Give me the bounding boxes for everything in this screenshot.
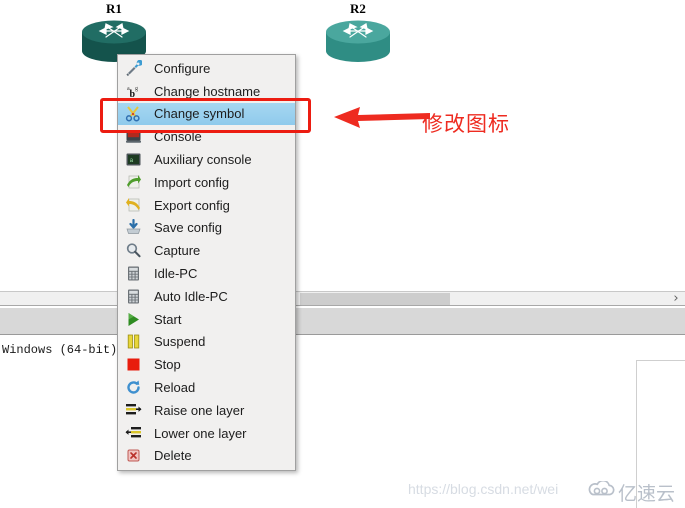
menu-item-label: Change hostname bbox=[154, 83, 261, 99]
change-symbol-icon bbox=[121, 105, 145, 123]
menu-item-capture[interactable]: Capture bbox=[118, 239, 295, 262]
menu-item-console[interactable]: Console bbox=[118, 125, 295, 148]
watermark-logo-text: 亿速云 bbox=[618, 483, 676, 505]
svg-text:b: b bbox=[129, 89, 135, 100]
watermark-url: https://blog.csdn.net/wei bbox=[408, 481, 559, 497]
menu-item-suspend[interactable]: Suspend bbox=[118, 331, 295, 354]
topology-canvas[interactable]: R1 R2 bbox=[0, 0, 685, 291]
menu-item-raise-one-layer[interactable]: Raise one layer bbox=[118, 399, 295, 422]
menu-item-label: Delete bbox=[154, 448, 192, 464]
menu-item-auto-idle-pc[interactable]: Auto Idle-PC bbox=[118, 285, 295, 308]
menu-item-label: Suspend bbox=[154, 334, 206, 350]
menu-item-reload[interactable]: Reload bbox=[118, 376, 295, 399]
menu-item-label: Export config bbox=[154, 197, 230, 213]
menu-item-save-config[interactable]: Save config bbox=[118, 217, 295, 240]
menu-item-label: Reload bbox=[154, 380, 196, 396]
menu-item-configure[interactable]: Configure bbox=[118, 57, 295, 80]
menu-item-delete[interactable]: Delete bbox=[118, 445, 295, 468]
menu-item-label: Change symbol bbox=[154, 106, 245, 122]
menu-item-change-symbol[interactable]: Change symbol bbox=[118, 102, 295, 126]
start-play-icon bbox=[121, 310, 145, 328]
menu-item-label: Idle-PC bbox=[154, 266, 198, 282]
menu-item-label: Console bbox=[154, 129, 202, 145]
capture-magnifier-icon bbox=[121, 242, 145, 260]
scroll-right-arrow-icon[interactable]: › bbox=[669, 292, 683, 306]
left-arrow-icon bbox=[334, 104, 430, 132]
svg-text:a: a bbox=[129, 157, 133, 164]
horizontal-scrollbar[interactable]: › bbox=[0, 291, 685, 306]
rename-abc-icon: a g b bbox=[121, 82, 145, 100]
save-config-icon bbox=[121, 219, 145, 237]
raise-layer-icon bbox=[121, 401, 145, 419]
menu-item-stop[interactable]: Stop bbox=[118, 353, 295, 376]
configure-wrench-icon bbox=[121, 59, 145, 77]
menu-item-label: Import config bbox=[154, 174, 230, 190]
device-label-r2: R2 bbox=[350, 1, 366, 16]
delete-x-icon bbox=[121, 447, 145, 465]
annotation-label: 修改图标 bbox=[422, 112, 510, 136]
menu-item-label: Raise one layer bbox=[154, 402, 245, 418]
menu-item-lower-one-layer[interactable]: Lower one layer bbox=[118, 422, 295, 445]
menu-item-export-config[interactable]: Export config bbox=[118, 194, 295, 217]
scrollbar-thumb[interactable] bbox=[300, 293, 450, 305]
menu-item-start[interactable]: Start bbox=[118, 308, 295, 331]
import-config-icon bbox=[121, 173, 145, 191]
svg-text:g: g bbox=[135, 86, 138, 92]
pane-splitter[interactable] bbox=[0, 307, 685, 335]
console-terminal-icon bbox=[121, 128, 145, 146]
menu-item-idle-pc[interactable]: Idle-PC bbox=[118, 262, 295, 285]
device-node-r2[interactable]: R2 bbox=[320, 2, 396, 64]
idle-pc-calculator-icon bbox=[121, 265, 145, 283]
console-output-text: Windows (64-bit). bbox=[2, 343, 125, 357]
menu-item-label: Configure bbox=[154, 60, 211, 76]
lower-layer-icon bbox=[121, 424, 145, 442]
menu-item-auxiliary-console[interactable]: a Auxiliary console bbox=[118, 148, 295, 171]
auto-idle-pc-icon bbox=[121, 287, 145, 305]
router-icon[interactable] bbox=[320, 18, 396, 64]
reload-refresh-icon bbox=[121, 379, 145, 397]
device-label-r1: R1 bbox=[106, 1, 122, 16]
menu-item-change-hostname[interactable]: a g b Change hostname bbox=[118, 80, 295, 103]
cloud-icon bbox=[588, 479, 615, 505]
menu-item-label: Capture bbox=[154, 243, 201, 259]
menu-item-import-config[interactable]: Import config bbox=[118, 171, 295, 194]
watermark-logo: 亿速云 bbox=[588, 479, 675, 506]
export-config-icon bbox=[121, 196, 145, 214]
menu-item-label: Auto Idle-PC bbox=[154, 288, 228, 304]
suspend-pause-icon bbox=[121, 333, 145, 351]
menu-item-label: Stop bbox=[154, 357, 181, 373]
aux-console-icon: a bbox=[121, 151, 145, 169]
menu-item-label: Save config bbox=[154, 220, 222, 236]
console-output-pane[interactable]: Windows (64-bit). bbox=[0, 336, 685, 508]
device-context-menu[interactable]: Configure a g b Change hostname Change s… bbox=[117, 54, 296, 472]
stop-square-icon bbox=[121, 356, 145, 374]
menu-item-label: Lower one layer bbox=[154, 425, 247, 441]
menu-item-label: Auxiliary console bbox=[154, 152, 252, 168]
menu-item-label: Start bbox=[154, 311, 182, 327]
